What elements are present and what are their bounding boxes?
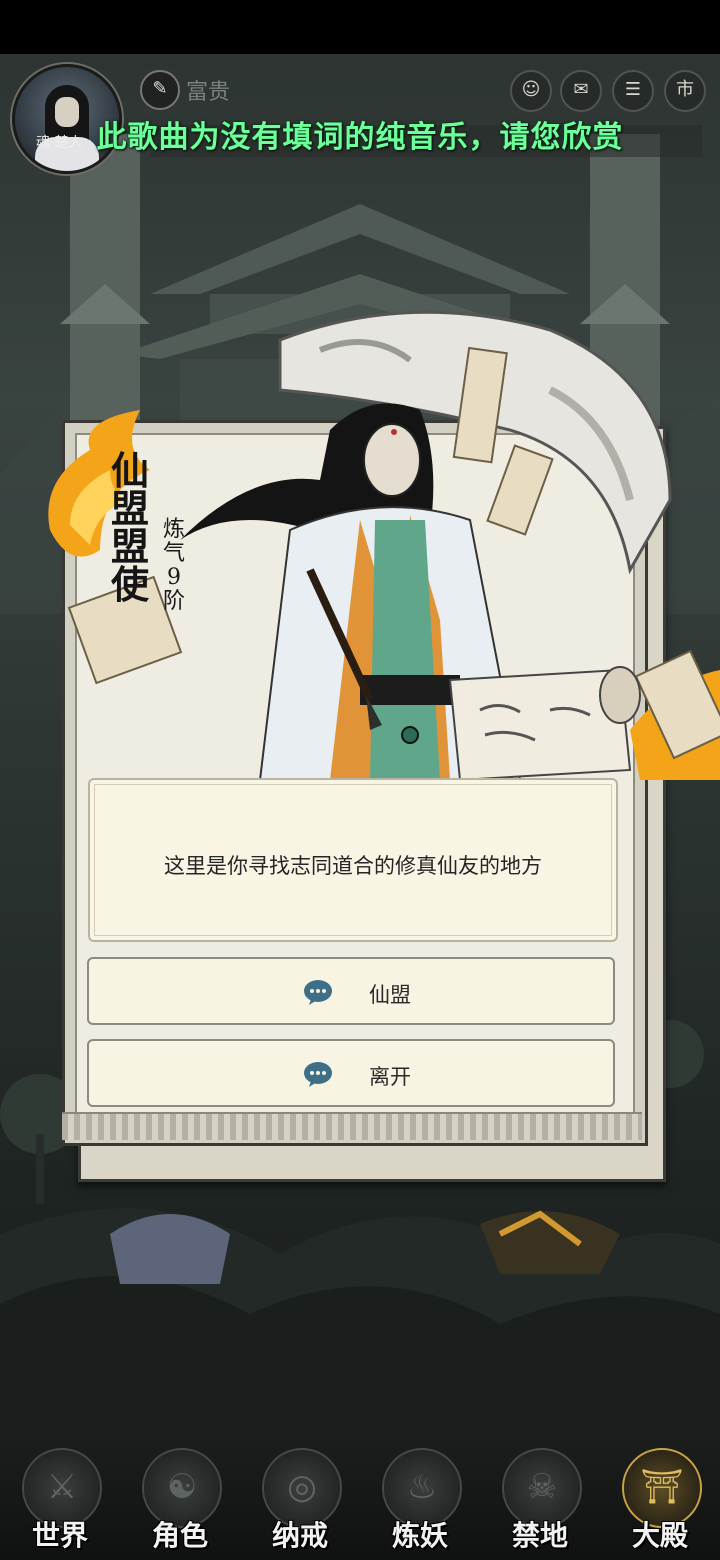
choice-leave-button[interactable]: 离开 <box>87 1039 615 1107</box>
nav-label: 纳戒 <box>271 1519 328 1552</box>
nav-refine-demon[interactable]: ♨ 炼妖 <box>360 1434 480 1560</box>
choice-label: 离开 <box>369 1065 411 1089</box>
nav-main-hall[interactable]: ⛩ 大殿 <box>600 1434 720 1560</box>
nav-label: 角色 <box>151 1519 208 1552</box>
market-icon[interactable]: 市 <box>664 70 706 112</box>
nav-forbidden-land[interactable]: ☠ 禁地 <box>480 1434 600 1560</box>
nav-label: 世界 <box>31 1519 88 1552</box>
nav-label: 禁地 <box>511 1519 568 1552</box>
status-bar <box>0 0 720 54</box>
npc-title: 仙盟盟使 <box>110 448 149 607</box>
nav-label: 大殿 <box>631 1519 688 1552</box>
nav-label: 炼妖 <box>391 1519 448 1552</box>
npc-rank: 炼气9阶 <box>162 517 185 614</box>
panel-border-pattern <box>62 1112 642 1140</box>
nav-ring-storage[interactable]: ◎ 纳戒 <box>240 1434 360 1560</box>
dialog-box: 这里是你寻找志同道合的修真仙友的地方 <box>88 778 618 942</box>
choice-label: 仙盟 <box>369 983 411 1007</box>
chat-bubble-icon <box>304 980 332 1005</box>
chat-bubble-icon <box>304 1062 332 1087</box>
music-subtitle: 此歌曲为没有填词的纯音乐，请您欣赏 <box>96 120 624 155</box>
wealth-icon[interactable]: ✎ <box>140 70 180 110</box>
wealth-label: 富贵 <box>186 80 231 105</box>
nav-character[interactable]: ☯ 角色 <box>120 1434 240 1560</box>
friends-icon[interactable]: ☺ <box>510 70 552 112</box>
nav-world[interactable]: ⚔ 世界 <box>0 1434 120 1560</box>
mail-icon[interactable]: ✉ <box>560 70 602 112</box>
choice-alliance-button[interactable]: 仙盟 <box>87 957 615 1025</box>
scroll-icon[interactable]: ☰ <box>612 70 654 112</box>
bottom-nav: ⚔ 世界 ☯ 角色 ◎ 纳戒 ♨ 炼妖 ☠ 禁地 ⛩ 大殿 <box>0 1434 720 1560</box>
dialog-text: 这里是你寻找志同道合的修真仙友的地方 <box>164 854 542 878</box>
